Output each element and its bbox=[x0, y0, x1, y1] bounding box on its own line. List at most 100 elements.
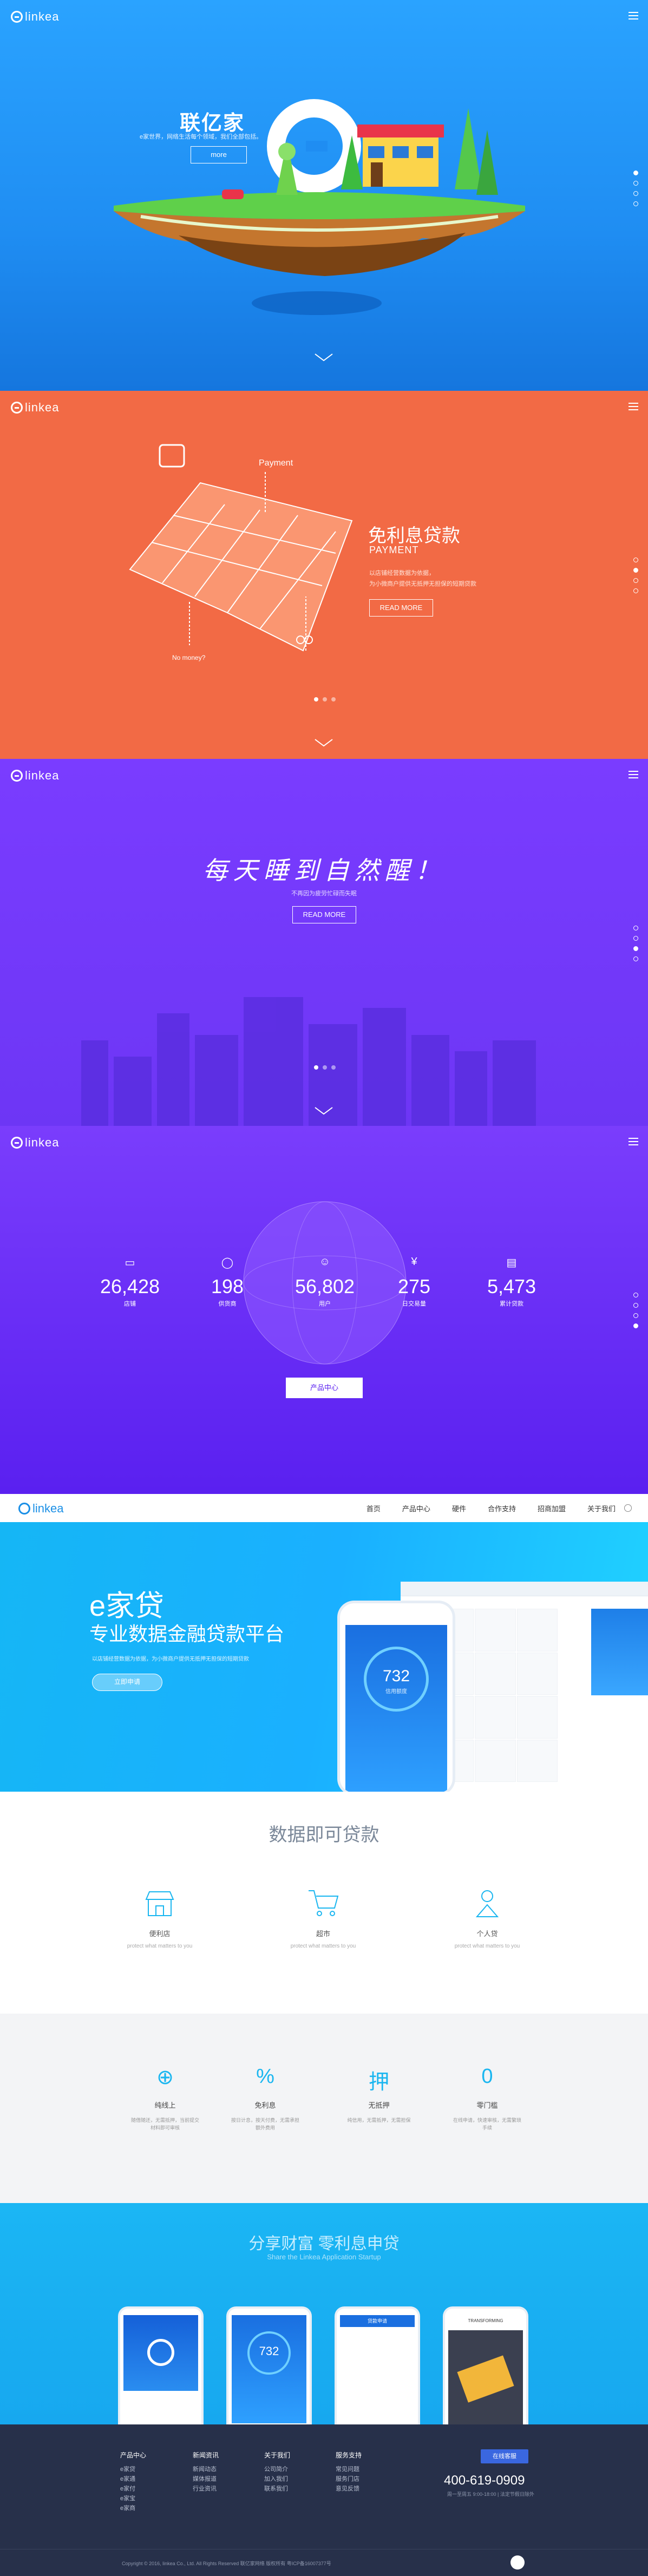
feature-supermarket[interactable]: 超市 protect what matters to you bbox=[269, 1886, 377, 1950]
menu-icon[interactable] bbox=[629, 771, 638, 778]
feature-convenience-store[interactable]: 便利店 protect what matters to you bbox=[106, 1886, 214, 1950]
footer-link[interactable]: 新闻动态 bbox=[193, 2464, 219, 2474]
phone-mock: 732 信用额度 bbox=[340, 1603, 453, 1792]
read-more-button[interactable]: READ MORE bbox=[292, 906, 356, 923]
nav-item[interactable]: 首页 bbox=[366, 1503, 381, 1513]
share-subtitle: Share the Linkea Application Startup bbox=[267, 2253, 381, 2261]
footer-link[interactable]: 公司简介 bbox=[264, 2464, 290, 2474]
menu-icon[interactable] bbox=[629, 403, 638, 410]
footer-link[interactable]: 行业资讯 bbox=[193, 2484, 219, 2494]
stat-item: ◯ 198 供货商 bbox=[189, 1256, 265, 1308]
card-icon: ▤ bbox=[506, 1257, 517, 1269]
phone-screen bbox=[123, 2315, 198, 2391]
service-hours: 周一至周五 9:00-18:00 | 法定节假日除外 bbox=[447, 2492, 534, 2497]
person-icon bbox=[475, 1890, 499, 1917]
stat-item: ¥275 日交易量 bbox=[376, 1256, 452, 1308]
logo-mark-icon bbox=[18, 1503, 30, 1515]
yen-icon: ¥ bbox=[411, 1256, 417, 1268]
nav-item[interactable]: 招商加盟 bbox=[538, 1503, 566, 1513]
nav-item[interactable]: 硬件 bbox=[452, 1503, 466, 1513]
hotline-number: 400-619-0909 bbox=[444, 2473, 525, 2488]
scroll-down-icon[interactable] bbox=[313, 1105, 335, 1116]
benefit-title: 零门槛 bbox=[476, 2101, 498, 2109]
footer-link[interactable]: 服务门店 bbox=[336, 2474, 362, 2484]
feature-desc: protect what matters to you bbox=[290, 1943, 356, 1949]
footer-link[interactable]: 常见问题 bbox=[336, 2464, 362, 2474]
footer-link[interactable]: 意见反馈 bbox=[336, 2484, 362, 2494]
shop-icon bbox=[145, 1891, 174, 1916]
slide-title: 免利息贷款 bbox=[368, 526, 460, 546]
percent-icon: % bbox=[256, 2065, 274, 2088]
footer-link[interactable]: e家商 bbox=[120, 2503, 146, 2513]
dashboard-header bbox=[401, 1582, 648, 1596]
nav-item[interactable]: 产品中心 bbox=[402, 1503, 430, 1513]
benefits-row: ⊕ 纯线上 随借随还，无需抵押，当前提交材料即可审核% 免利息 按日计息，按天付费，无需… bbox=[0, 2065, 648, 2173]
menu-icon[interactable] bbox=[629, 1138, 638, 1145]
nav-item[interactable]: 合作支持 bbox=[488, 1503, 516, 1513]
logo-mark-icon bbox=[147, 2339, 174, 2366]
user-icon[interactable] bbox=[624, 1504, 632, 1512]
feature-desc: protect what matters to you bbox=[127, 1943, 193, 1949]
logo-text: linkea bbox=[25, 401, 60, 414]
footer-link[interactable]: 加入我们 bbox=[264, 2474, 290, 2484]
benefit-item: ⊕ 纯线上 随借随还，无需抵押，当前提交材料即可审核 bbox=[119, 2065, 211, 2132]
read-more-button[interactable]: READ MORE bbox=[369, 599, 433, 617]
footer-link[interactable]: 媒体报道 bbox=[193, 2474, 219, 2484]
benefit-item: % 免利息 按日计息，按天付费，无需承担额外费用 bbox=[219, 2065, 311, 2132]
benefit-title: 纯线上 bbox=[154, 2101, 176, 2109]
footer-link[interactable]: e家通 bbox=[120, 2474, 146, 2484]
apply-button[interactable]: 立即申请 bbox=[92, 1674, 162, 1691]
footer-link[interactable]: 联系我们 bbox=[264, 2484, 290, 2494]
logo[interactable]: linkea bbox=[11, 769, 59, 783]
main-navbar: linkea 首页 产品中心 硬件 合作支持 招商加盟 关于我们 bbox=[0, 1494, 648, 1523]
product-hero-banner: e家贷 专业数据金融贷款平台 以店铺经营数据为依据，为小微商户提供无抵押无担保的… bbox=[0, 1522, 648, 1792]
phone-screen bbox=[448, 2330, 523, 2424]
logo[interactable]: linkea bbox=[11, 10, 59, 24]
feature-title: 个人贷 bbox=[476, 1930, 498, 1938]
nav-logo[interactable]: linkea bbox=[18, 1502, 63, 1516]
footer-column-heading: 关于我们 bbox=[264, 2452, 291, 2459]
footer-link[interactable]: e家付 bbox=[120, 2484, 146, 2494]
slide-pager[interactable] bbox=[633, 558, 638, 593]
footer-column-heading: 产品中心 bbox=[120, 2452, 147, 2459]
stat-label: 供货商 bbox=[218, 1301, 237, 1307]
scroll-down-icon[interactable] bbox=[313, 352, 335, 363]
logo-text: linkea bbox=[25, 769, 60, 782]
logo[interactable]: linkea bbox=[11, 1136, 59, 1150]
user-icon: ◯ bbox=[221, 1257, 234, 1269]
slide-dots[interactable] bbox=[314, 1065, 336, 1070]
menu-icon[interactable] bbox=[629, 12, 638, 19]
scroll-down-icon[interactable] bbox=[313, 737, 335, 748]
logo-text: linkea bbox=[25, 10, 60, 23]
slide-pager[interactable] bbox=[633, 171, 638, 206]
slide-slogan: 每天睡到自然醒！ bbox=[202, 856, 446, 885]
nav-item[interactable]: 关于我们 bbox=[587, 1503, 616, 1513]
feature-title: 超市 bbox=[316, 1930, 330, 1938]
footer-link[interactable]: e家贷 bbox=[120, 2464, 146, 2474]
share-section: 分享财富 零利息申贷 Share the Linkea Application … bbox=[0, 2203, 648, 2424]
slide-dots[interactable] bbox=[314, 697, 336, 702]
island-illustration bbox=[114, 99, 525, 315]
topbar: linkea bbox=[0, 759, 648, 791]
feature-desc: protect what matters to you bbox=[454, 1943, 520, 1949]
slide-pager[interactable] bbox=[633, 1293, 638, 1328]
stat-label: 累计贷款 bbox=[500, 1301, 523, 1307]
footer-link[interactable]: e家宝 bbox=[120, 2494, 146, 2503]
nav-menu: 首页 产品中心 硬件 合作支持 招商加盟 关于我们 bbox=[366, 1494, 616, 1522]
card-icon bbox=[457, 2355, 514, 2403]
feature-personal-loan[interactable]: 个人贷 protect what matters to you bbox=[433, 1886, 541, 1950]
section-title: 数据即可贷款 bbox=[269, 1825, 379, 1845]
topbar: linkea bbox=[0, 1126, 648, 1158]
credit-value: 732 bbox=[259, 2344, 279, 2358]
logo-mark-icon bbox=[11, 402, 23, 414]
footer-column-heading: 新闻资讯 bbox=[193, 2452, 219, 2459]
footer-column: 服务支持 常见问题 服务门店 意见反馈 bbox=[336, 2450, 362, 2494]
stat-value: 275 bbox=[397, 1275, 431, 1297]
slide-title-en: PAYMENT bbox=[369, 545, 419, 555]
stat-value: 5,473 bbox=[487, 1275, 536, 1297]
online-service-button[interactable]: 在线客服 bbox=[481, 2449, 528, 2463]
slide-pager[interactable] bbox=[633, 926, 638, 961]
logo[interactable]: linkea bbox=[11, 401, 59, 415]
product-center-button[interactable]: 产品中心 bbox=[286, 1378, 363, 1398]
phone-header: TRANSFORMING bbox=[468, 2318, 503, 2323]
